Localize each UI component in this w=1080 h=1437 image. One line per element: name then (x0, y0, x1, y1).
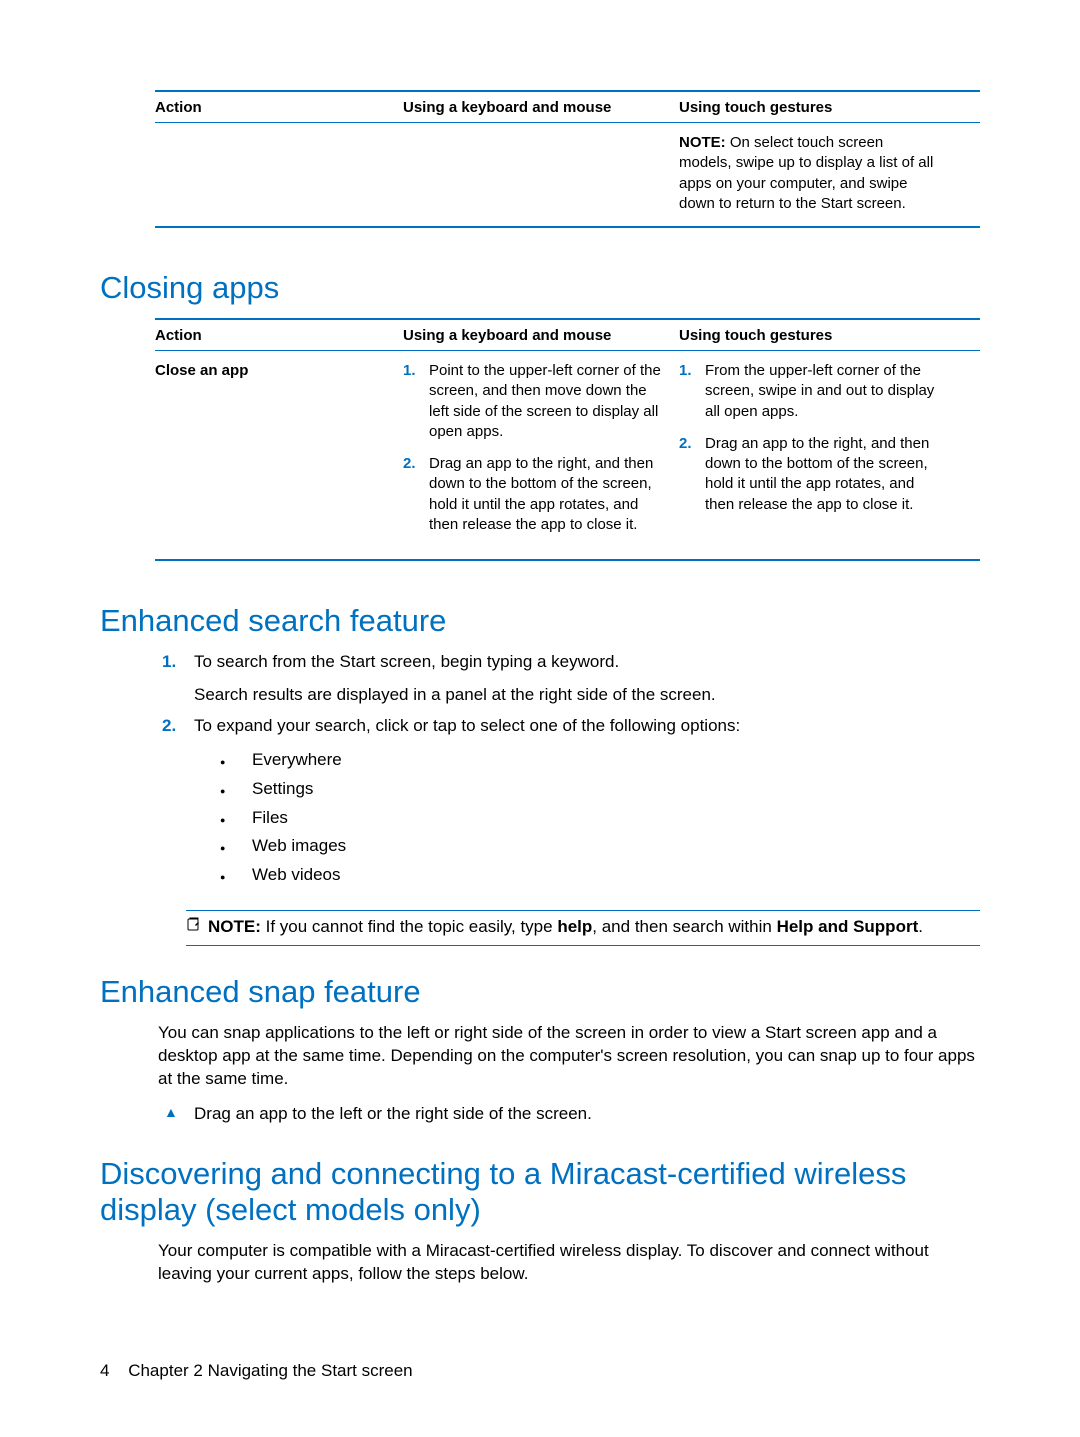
search-options-list: Everywhere Settings Files Web images Web… (214, 746, 980, 890)
heading-closing-apps: Closing apps (100, 270, 980, 306)
note-label: NOTE: (679, 134, 726, 151)
table-header-row: Action Using a keyboard and mouse Using … (155, 92, 980, 123)
action-cell: Close an app (155, 361, 403, 547)
step-number: 1. (403, 361, 429, 442)
touch-note-cell: NOTE: On select touch screen models, swi… (679, 133, 939, 214)
note-icon (186, 916, 204, 939)
snap-instruction-list: ▲ Drag an app to the left or the right s… (158, 1103, 980, 1126)
step-number: 1. (679, 361, 705, 422)
table-row: NOTE: On select touch screen models, swi… (155, 123, 980, 226)
miracast-paragraph: Your computer is compatible with a Mirac… (158, 1240, 980, 1286)
note-label: NOTE: (208, 917, 261, 936)
step-number: 2. (403, 454, 429, 535)
header-touch: Using touch gestures (679, 99, 939, 116)
step-number: 2. (158, 715, 194, 898)
note-box: NOTE: If you cannot find the topic easil… (186, 910, 980, 946)
touch-cell: 1.From the upper-left corner of the scre… (679, 361, 939, 547)
header-keyboard: Using a keyboard and mouse (403, 327, 679, 344)
table-closing-apps: Action Using a keyboard and mouse Using … (155, 318, 980, 561)
search-steps-list: 1. To search from the Start screen, begi… (158, 651, 980, 898)
header-keyboard: Using a keyboard and mouse (403, 99, 679, 116)
step-number: 2. (679, 434, 705, 515)
step-number: 1. (158, 651, 194, 707)
table-top: Action Using a keyboard and mouse Using … (155, 90, 980, 228)
heading-miracast: Discovering and connecting to a Miracast… (100, 1156, 980, 1228)
header-action: Action (155, 99, 403, 116)
page-footer: 4 Chapter 2 Navigating the Start screen (100, 1361, 413, 1381)
table-row: Close an app 1.Point to the upper-left c… (155, 351, 980, 559)
heading-enhanced-search: Enhanced search feature (100, 603, 980, 639)
table-header-row: Action Using a keyboard and mouse Using … (155, 320, 980, 351)
snap-paragraph: You can snap applications to the left or… (158, 1022, 980, 1091)
page-number: 4 (100, 1361, 109, 1380)
header-action: Action (155, 327, 403, 344)
chapter-label: Chapter 2 Navigating the Start screen (128, 1361, 412, 1380)
triangle-icon: ▲ (158, 1103, 194, 1126)
keyboard-cell: 1.Point to the upper-left corner of the … (403, 361, 679, 547)
heading-enhanced-snap: Enhanced snap feature (100, 974, 980, 1010)
header-touch: Using touch gestures (679, 327, 939, 344)
